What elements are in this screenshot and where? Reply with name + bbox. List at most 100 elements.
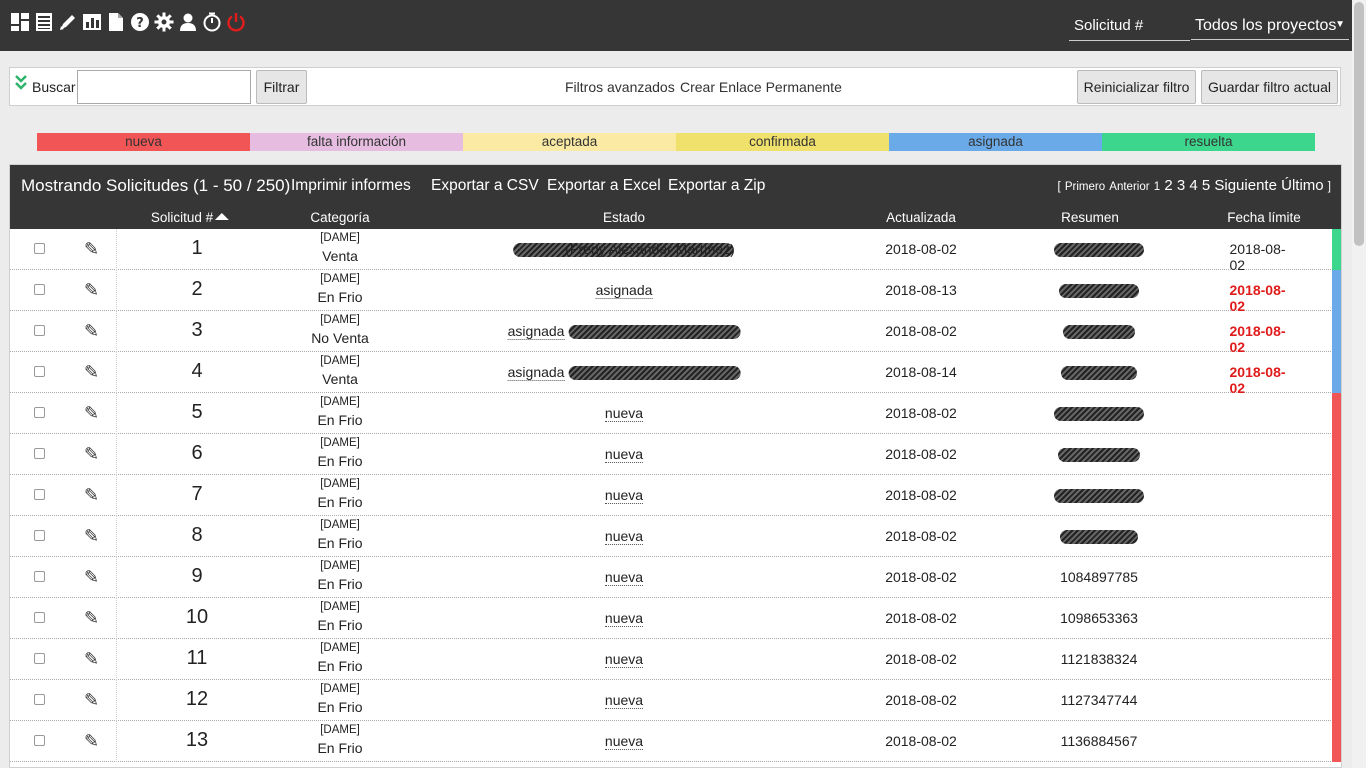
- row-checkbox[interactable]: [34, 612, 45, 623]
- scrollbar-thumb[interactable]: [1354, 2, 1364, 246]
- row-checkbox[interactable]: [34, 243, 45, 254]
- status-text[interactable]: nueva: [604, 569, 644, 586]
- edit-pencil-icon[interactable]: ✎: [84, 444, 99, 465]
- row-checkbox[interactable]: [34, 653, 45, 664]
- chart-icon[interactable]: [82, 10, 102, 34]
- table-row[interactable]: ✎ 3 [DAME] No Venta asignada 2018-08-02 …: [10, 311, 1341, 355]
- filter-button[interactable]: Filtrar: [256, 70, 307, 104]
- edit-pencil-icon[interactable]: ✎: [84, 321, 99, 342]
- issue-id[interactable]: 11: [187, 647, 208, 670]
- pager-next[interactable]: Siguiente: [1214, 177, 1277, 194]
- table-row[interactable]: ✎ 9 [DAME] En Frio nueva 2018-08-02 1084…: [10, 557, 1341, 598]
- table-row[interactable]: ✎ 13 [DAME] En Frio nueva 2018-08-02 113…: [10, 721, 1341, 762]
- help-icon[interactable]: ?: [130, 10, 150, 34]
- user-icon[interactable]: [178, 10, 198, 34]
- summary-text[interactable]: 1136884567: [1061, 733, 1138, 749]
- row-checkbox[interactable]: [34, 489, 45, 500]
- advanced-filters-link[interactable]: Filtros avanzados: [565, 79, 675, 95]
- pager-page[interactable]: 5: [1202, 177, 1210, 194]
- summary-text[interactable]: 1121838324: [1061, 651, 1138, 667]
- status-text[interactable]: nueva: [604, 487, 644, 504]
- summary-text[interactable]: 1098653363: [1060, 610, 1138, 626]
- status-text[interactable]: nueva: [604, 610, 644, 627]
- table-row[interactable]: ✎ 12 [DAME] En Frio nueva 2018-08-02 112…: [10, 680, 1341, 721]
- dashboard-icon[interactable]: [10, 10, 30, 34]
- table-row[interactable]: ✎ 4 [DAME] Venta asignada 2018-08-14 201…: [10, 352, 1341, 396]
- pencil-icon[interactable]: [58, 10, 78, 34]
- timer-icon[interactable]: [202, 10, 222, 34]
- issue-id[interactable]: 12: [186, 688, 208, 711]
- permalink-link[interactable]: Crear Enlace Permanente: [680, 79, 842, 95]
- list-icon[interactable]: [34, 10, 54, 34]
- pager-page[interactable]: 2: [1164, 177, 1172, 194]
- export-excel-link[interactable]: Exportar a Excel: [547, 177, 661, 195]
- column-header-status[interactable]: Estado: [603, 210, 645, 225]
- row-checkbox[interactable]: [34, 284, 45, 295]
- issue-id[interactable]: 1: [191, 237, 202, 260]
- column-header-updated[interactable]: Actualizada: [886, 210, 956, 225]
- table-row[interactable]: ✎ 11 [DAME] En Frio nueva 2018-08-02 112…: [10, 639, 1341, 680]
- export-csv-link[interactable]: Exportar a CSV: [431, 177, 539, 195]
- issue-id[interactable]: 6: [191, 442, 202, 465]
- issue-id[interactable]: 3: [191, 319, 202, 342]
- issue-number-input[interactable]: Solicitud #: [1069, 12, 1190, 41]
- pager-first[interactable]: Primero: [1065, 181, 1105, 193]
- edit-pencil-icon[interactable]: ✎: [84, 239, 99, 260]
- print-reports-link[interactable]: Imprimir informes: [291, 177, 411, 195]
- status-text[interactable]: nueva: [604, 528, 644, 545]
- issue-id[interactable]: 13: [186, 729, 208, 752]
- edit-pencil-icon[interactable]: ✎: [84, 731, 99, 752]
- column-header-category[interactable]: Categoría: [310, 210, 369, 225]
- edit-pencil-icon[interactable]: ✎: [84, 649, 99, 670]
- search-input[interactable]: [77, 70, 251, 104]
- project-selector[interactable]: Todos los proyectos ▼: [1191, 12, 1349, 40]
- pager-page[interactable]: 4: [1189, 177, 1197, 194]
- table-row[interactable]: ✎ 2 [DAME] En Frio asignada 2018-08-13 2…: [10, 270, 1341, 314]
- row-checkbox[interactable]: [34, 366, 45, 377]
- edit-pencil-icon[interactable]: ✎: [84, 567, 99, 588]
- status-text[interactable]: asignada: [595, 282, 653, 299]
- status-text[interactable]: nueva: [604, 405, 644, 422]
- row-checkbox[interactable]: [34, 530, 45, 541]
- status-text[interactable]: asignada: [507, 364, 565, 381]
- status-text[interactable]: nueva: [604, 692, 644, 709]
- issue-id[interactable]: 9: [191, 565, 202, 588]
- issue-id[interactable]: 7: [191, 483, 202, 506]
- edit-pencil-icon[interactable]: ✎: [84, 690, 99, 711]
- column-header-id[interactable]: Solicitud #: [151, 210, 230, 225]
- export-zip-link[interactable]: Exportar a Zip: [668, 177, 765, 195]
- issue-id[interactable]: 4: [191, 360, 202, 383]
- pager-last[interactable]: Último: [1281, 177, 1324, 194]
- edit-pencil-icon[interactable]: ✎: [84, 526, 99, 547]
- pager-page[interactable]: 3: [1177, 177, 1185, 194]
- power-icon[interactable]: [226, 10, 246, 34]
- gear-icon[interactable]: [154, 10, 174, 34]
- reset-filter-button[interactable]: Reinicializar filtro: [1077, 70, 1196, 104]
- edit-pencil-icon[interactable]: ✎: [84, 362, 99, 383]
- table-row[interactable]: ✎ 10 [DAME] En Frio nueva 2018-08-02 109…: [10, 598, 1341, 639]
- edit-pencil-icon[interactable]: ✎: [84, 485, 99, 506]
- issue-id[interactable]: 8: [191, 524, 202, 547]
- column-header-summary[interactable]: Resumen: [1061, 210, 1119, 225]
- edit-pencil-icon[interactable]: ✎: [84, 403, 99, 424]
- column-header-due-date[interactable]: Fecha límite: [1227, 210, 1301, 225]
- row-checkbox[interactable]: [34, 448, 45, 459]
- table-row[interactable]: ✎ 1 [DAME] Venta (Fredy Alexander Martín…: [10, 229, 1341, 273]
- document-icon[interactable]: [106, 10, 126, 34]
- save-filter-button[interactable]: Guardar filtro actual: [1201, 70, 1338, 104]
- table-row[interactable]: ✎ 7 [DAME] En Frio nueva 2018-08-02: [10, 475, 1341, 516]
- row-checkbox[interactable]: [34, 407, 45, 418]
- table-row[interactable]: ✎ 6 [DAME] En Frio nueva 2018-08-02: [10, 434, 1341, 475]
- summary-text[interactable]: 1127347744: [1061, 692, 1138, 708]
- pager-prev[interactable]: Anterior: [1109, 181, 1149, 193]
- edit-pencil-icon[interactable]: ✎: [84, 280, 99, 301]
- row-checkbox[interactable]: [34, 735, 45, 746]
- summary-text[interactable]: 1084897785: [1060, 569, 1138, 585]
- table-row[interactable]: ✎ 5 [DAME] En Frio nueva 2018-08-02: [10, 393, 1341, 434]
- edit-pencil-icon[interactable]: ✎: [84, 608, 99, 629]
- row-checkbox[interactable]: [34, 571, 45, 582]
- status-text[interactable]: nueva: [604, 446, 644, 463]
- row-checkbox[interactable]: [34, 325, 45, 336]
- table-row[interactable]: ✎ 8 [DAME] En Frio nueva 2018-08-02: [10, 516, 1341, 557]
- expand-filters-icon[interactable]: [14, 73, 28, 93]
